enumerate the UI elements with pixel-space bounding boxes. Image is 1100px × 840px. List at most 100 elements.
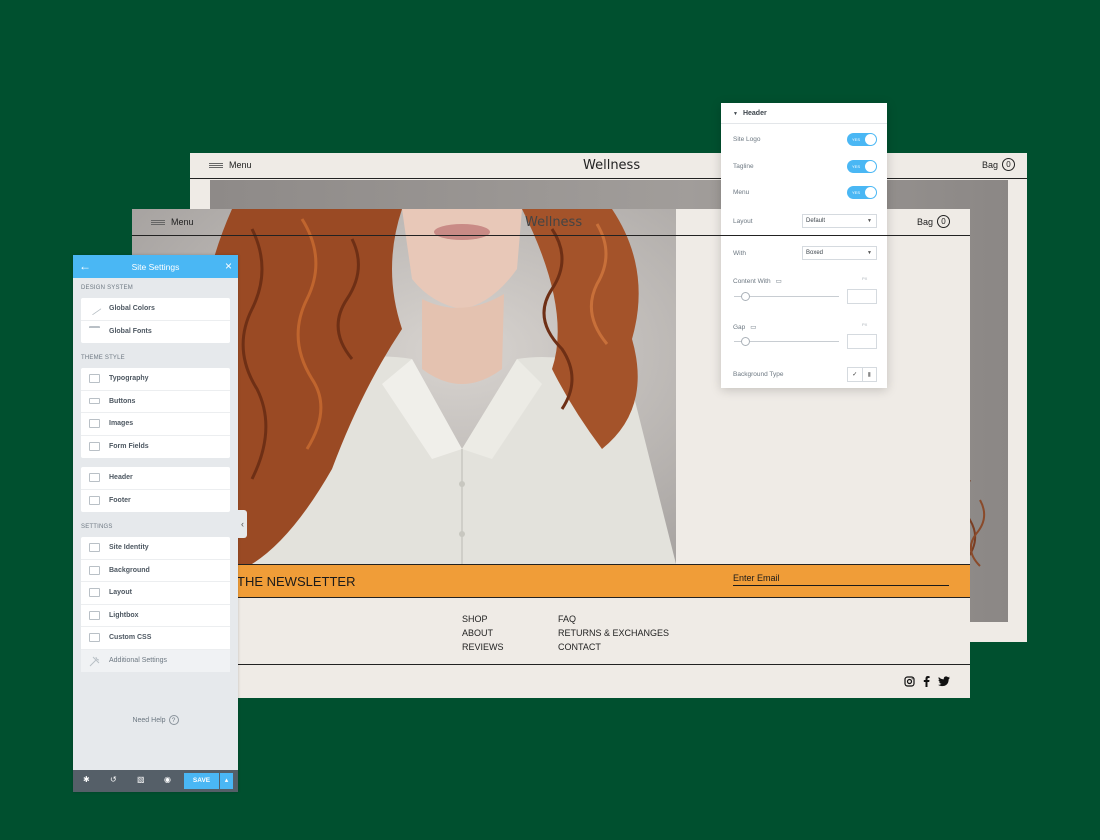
menu-label: Menu <box>171 217 194 227</box>
nav-label: Images <box>109 420 134 428</box>
desktop-icon: ▭ <box>775 278 782 285</box>
back-menu-button[interactable]: Menu <box>209 160 252 170</box>
nav-global-colors[interactable]: Global Colors <box>81 298 230 321</box>
content-width-unit[interactable]: PX <box>862 276 867 281</box>
footer-links-col2: FAQ RETURNS & EXCHANGES CONTACT <box>558 612 669 654</box>
responsive-icon[interactable]: ▧ <box>137 775 145 784</box>
footer-link-about[interactable]: ABOUT <box>462 626 504 640</box>
need-help-link[interactable]: Need Help? <box>73 715 238 725</box>
header-settings-panel: ▼ Header Site Logo YES Tagline YES Menu Y… <box>721 103 887 388</box>
menu-button[interactable]: Menu <box>151 217 194 227</box>
bag-label: Bag <box>916 216 933 227</box>
header-icon <box>89 473 100 483</box>
footer-link-faq[interactable]: FAQ <box>558 612 669 626</box>
nav-label: Site Identity <box>109 544 149 552</box>
back-site-header: Menu Wellness Bag 0 <box>190 153 1027 179</box>
nav-background[interactable]: Background <box>81 560 230 582</box>
heading-icon <box>89 374 100 384</box>
hamburger-icon <box>151 219 165 225</box>
footer-link-returns[interactable]: RETURNS & EXCHANGES <box>558 626 669 640</box>
nav-global-fonts[interactable]: Global Fonts <box>81 321 230 344</box>
footer-link-shop[interactable]: SHOP <box>462 612 504 626</box>
header-footer-group: Header Footer <box>81 467 230 512</box>
nav-additional-settings[interactable]: Additional Settings <box>81 649 230 672</box>
panel-bottombar: ✱ ↺ ▧ ◉ SAVE ▴ <box>73 770 238 792</box>
content-width-slider-handle[interactable] <box>741 292 750 301</box>
nav-lightbox[interactable]: Lightbox <box>81 605 230 627</box>
panel-title: Site Settings <box>131 262 180 272</box>
back-bag-button[interactable]: Bag 0 <box>982 158 1015 171</box>
background-type-choices: ✓ ▮ <box>847 367 877 382</box>
identity-icon <box>89 543 100 553</box>
site-header: Menu Wellness Bag 0 <box>132 209 970 236</box>
nav-buttons[interactable]: Buttons <box>81 391 230 413</box>
bag-count: 0 <box>937 215 950 228</box>
nav-typography[interactable]: Typography <box>81 368 230 391</box>
social-links <box>904 676 950 687</box>
nav-layout[interactable]: Layout <box>81 582 230 605</box>
background-icon <box>89 565 100 575</box>
back-menu-label: Menu <box>229 160 252 170</box>
panel-topbar: ← Site Settings × <box>73 255 238 278</box>
help-label: Need Help <box>132 717 166 724</box>
gap-slider-handle[interactable] <box>741 337 750 346</box>
brush-icon[interactable]: ✓ <box>848 368 862 381</box>
newsletter-title: THE NEWSLETTER <box>237 574 356 589</box>
back-bag-count: 0 <box>1002 158 1015 171</box>
nav-custom-css[interactable]: Custom CSS <box>81 627 230 650</box>
facebook-icon[interactable] <box>923 676 930 687</box>
preview-eye-icon[interactable]: ◉ <box>164 775 171 784</box>
settings-gear-icon[interactable]: ✱ <box>83 775 90 784</box>
gap-input[interactable] <box>847 334 877 349</box>
collapse-panel-chevron-icon[interactable]: ‹ <box>238 510 247 538</box>
nav-label: Background <box>109 566 150 574</box>
caret-down-icon: ▼ <box>733 111 738 117</box>
nav-footer[interactable]: Footer <box>81 490 230 513</box>
header-section-toggle[interactable]: ▼ Header <box>721 103 887 124</box>
site-logo-label: Site Logo <box>733 136 761 143</box>
toggle-state: YES <box>852 164 861 169</box>
header-section-title: Header <box>742 110 767 117</box>
footer-link-contact[interactable]: CONTACT <box>558 640 669 654</box>
close-icon[interactable]: × <box>225 259 232 273</box>
nav-label: Global Fonts <box>109 328 152 336</box>
width-select[interactable]: Boxed ▼ <box>802 246 877 260</box>
newsletter-email-input[interactable]: Enter Email <box>733 573 949 586</box>
brush-icon <box>87 301 102 316</box>
toggle-state: YES <box>852 137 861 142</box>
nav-header[interactable]: Header <box>81 467 230 490</box>
site-logo-toggle[interactable]: YES <box>847 133 877 146</box>
footer-bottom <box>132 664 970 698</box>
bag-button[interactable]: Bag 0 <box>917 215 950 228</box>
menu-toggle[interactable]: YES <box>847 186 877 199</box>
gap-unit[interactable]: PX <box>862 322 867 327</box>
layout-icon <box>89 588 100 598</box>
button-icon <box>89 398 100 405</box>
design-system-group: Global Colors Global Fonts <box>81 298 230 343</box>
gap-label: Gap ▭ <box>733 324 757 331</box>
nav-label: Custom CSS <box>109 634 152 642</box>
section-label-theme-style: THEME STYLE <box>81 355 125 361</box>
section-label-settings: SETTINGS <box>81 524 113 530</box>
save-options-chevron-icon[interactable]: ▴ <box>220 773 233 789</box>
nav-form-fields[interactable]: Form Fields <box>81 436 230 459</box>
nav-images[interactable]: Images <box>81 413 230 436</box>
history-icon[interactable]: ↺ <box>110 775 117 784</box>
nav-label: Global Colors <box>109 305 155 313</box>
footer-link-reviews[interactable]: REVIEWS <box>462 640 504 654</box>
save-button[interactable]: SAVE <box>184 773 219 789</box>
image-icon <box>89 419 100 429</box>
instagram-icon[interactable] <box>904 676 915 687</box>
nav-label: Typography <box>109 375 149 383</box>
footer-links-col1: SHOP ABOUT REVIEWS <box>462 612 504 654</box>
desktop-icon: ▭ <box>750 324 757 331</box>
content-width-input[interactable] <box>847 289 877 304</box>
gradient-icon[interactable]: ▮ <box>861 368 877 381</box>
twitter-icon[interactable] <box>938 676 950 687</box>
tagline-toggle[interactable]: YES <box>847 160 877 173</box>
footer-icon <box>89 496 100 506</box>
form-icon <box>89 442 100 452</box>
hamburger-icon <box>209 162 223 168</box>
nav-label: Footer <box>109 497 131 505</box>
nav-site-identity[interactable]: Site Identity <box>81 537 230 560</box>
